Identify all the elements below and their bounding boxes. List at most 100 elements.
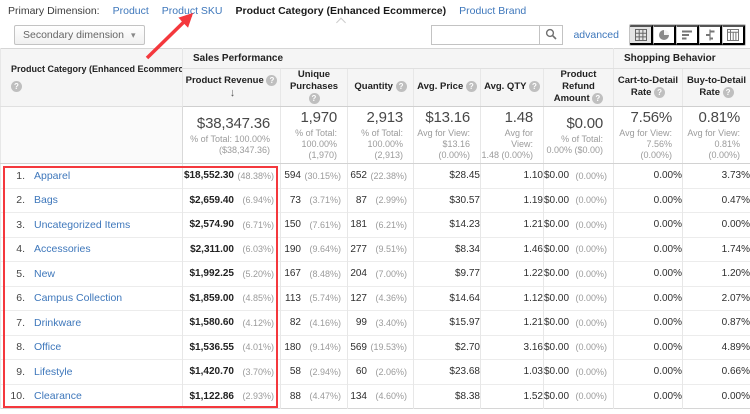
avg-qty-cell: 1.21 — [480, 310, 544, 335]
total-product-revenue: $38,347.36% of Total: 100.00% ($38,347.3… — [182, 106, 281, 164]
search-input[interactable] — [431, 25, 540, 45]
primary-dimension-bar: Primary Dimension: Product Product SKU P… — [0, 0, 750, 28]
avg-qty-cell: 1.22 — [480, 261, 544, 286]
buy-to-detail-cell: 0.00% — [681, 212, 750, 237]
product-revenue-cell: $2,311.00 (6.03%) — [182, 236, 281, 262]
category-link[interactable]: New — [34, 268, 55, 280]
avg-qty-cell: 1.03 — [480, 359, 544, 384]
column-header-cart-to-detail-rate[interactable]: Cart-to-Detail Rate ? — [613, 68, 683, 107]
table-row: 9. Lifestyle $1,420.70 (3.70%) 58 (2.94%) 6… — [0, 359, 750, 384]
buy-to-detail-cell: 1.74% — [681, 236, 750, 262]
refund-cell: $0.00 (0.00%) — [543, 310, 614, 335]
product-revenue-cell: $1,122.86 (2.93%) — [182, 383, 281, 409]
table-row: 8. Office $1,536.55 (4.01%) 180 (9.14%) 569… — [0, 334, 750, 360]
buy-to-detail-cell: 0.00% — [681, 383, 750, 409]
category-cell: 10. Clearance — [0, 383, 183, 409]
tab-product[interactable]: Product — [113, 5, 149, 17]
category-link[interactable]: Lifestyle — [34, 366, 73, 378]
category-link[interactable]: Campus Collection — [34, 292, 122, 304]
secondary-dimension-button[interactable]: Secondary dimension ▾ — [14, 25, 145, 45]
comparison-icon — [704, 29, 716, 41]
ga-report-page: Primary Dimension: Product Product SKU P… — [0, 0, 750, 414]
column-header-product-revenue[interactable]: Product Revenue ? ↓ — [182, 68, 281, 107]
category-cell: 4. Accessories — [0, 236, 183, 262]
cart-to-detail-cell: 0.00% — [613, 187, 683, 213]
pivot-view-button[interactable] — [722, 25, 745, 45]
unique-purchases-cell: 150 (7.61%) — [280, 212, 348, 237]
help-icon[interactable]: ? — [11, 80, 22, 92]
refund-cell: $0.00 (0.00%) — [543, 187, 614, 213]
help-icon[interactable]: ? — [465, 81, 477, 93]
help-icon[interactable]: ? — [395, 81, 407, 93]
product-revenue-cell: $1,420.70 (3.70%) — [182, 359, 281, 384]
total-avg-qty: 1.48 Avg for View: 1.48 (0.00%) — [480, 106, 544, 164]
unique-purchases-cell: 88 (4.47%) — [280, 383, 348, 409]
column-header-unique-purchases[interactable]: Unique Purchases? — [280, 68, 348, 107]
data-grid-icon — [634, 29, 647, 41]
table-row: 5. New $1,992.25 (5.20%) 167 (8.48%) 204 (7.… — [0, 261, 750, 286]
help-icon[interactable]: ? — [654, 87, 666, 99]
total-quantity: 2,913% of Total: 100.00% (2,913) — [347, 106, 414, 164]
product-revenue-cell: $2,574.90 (6.71%) — [182, 212, 281, 237]
unique-purchases-cell: 82 (4.16%) — [280, 310, 348, 335]
totals-dimension-cell — [0, 106, 183, 164]
buy-to-detail-cell: 2.07% — [681, 285, 750, 311]
table-row: 7. Drinkware $1,580.60 (4.12%) 82 (4.16%) 9… — [0, 310, 750, 335]
table-row: 4. Accessories $2,311.00 (6.03%) 190 (9.64%… — [0, 236, 750, 262]
buy-to-detail-cell: 0.87% — [681, 310, 750, 335]
quantity-cell: 204 (7.00%) — [347, 261, 414, 286]
row-rank: 3. — [16, 218, 25, 231]
table-view-button[interactable] — [630, 25, 653, 45]
avg-qty-cell: 1.12 — [480, 285, 544, 311]
row-rank: 7. — [16, 316, 25, 329]
unique-purchases-cell: 58 (2.94%) — [280, 359, 348, 384]
tab-product-category[interactable]: Product Category (Enhanced Ecommerce) — [236, 5, 446, 28]
avg-price-cell: $9.77 — [413, 261, 481, 286]
dimension-column-header[interactable]: Product Category (Enhanced Ecommerce) ? — [0, 48, 183, 107]
category-link[interactable]: Accessories — [34, 243, 91, 255]
category-link[interactable]: Drinkware — [34, 317, 81, 329]
category-cell: 2. Bags — [0, 187, 183, 213]
buy-to-detail-cell: 0.47% — [681, 187, 750, 213]
percentage-view-button[interactable] — [653, 25, 676, 45]
quantity-cell: 99 (3.40%) — [347, 310, 414, 335]
quantity-cell: 87 (2.99%) — [347, 187, 414, 213]
category-link[interactable]: Apparel — [34, 170, 70, 182]
row-rank: 9. — [16, 365, 25, 378]
column-header-avg-price[interactable]: Avg. Price ? — [413, 68, 481, 107]
help-icon[interactable]: ? — [308, 93, 320, 105]
help-icon[interactable]: ? — [528, 81, 540, 93]
category-link[interactable]: Office — [34, 341, 61, 353]
help-icon[interactable]: ? — [266, 74, 278, 86]
column-header-avg-qty[interactable]: Avg. QTY ? — [480, 68, 544, 107]
category-link[interactable]: Uncategorized Items — [34, 219, 130, 231]
total-product-refund: $0.00% of Total: 0.00% ($0.00) — [543, 106, 614, 164]
comparison-view-button[interactable] — [699, 25, 722, 45]
refund-cell: $0.00 (0.00%) — [543, 236, 614, 262]
total-cart-to-detail: 7.56% Avg for View: 7.56% (0.00%) — [613, 106, 683, 164]
sort-desc-icon[interactable]: ↓ — [230, 87, 236, 99]
help-icon[interactable]: ? — [592, 93, 604, 105]
dimension-title: Product Category (Enhanced Ecommerce) — [11, 63, 183, 74]
advanced-search-link[interactable]: advanced — [573, 29, 619, 41]
total-avg-price: $13.16 Avg for View: $13.16 (0.00%) — [413, 106, 481, 164]
category-link[interactable]: Clearance — [34, 390, 82, 402]
category-link[interactable]: Bags — [34, 194, 58, 206]
unique-purchases-cell: 594 (30.15%) — [280, 163, 348, 188]
column-header-buy-to-detail-rate[interactable]: Buy-to-Detail Rate ? — [681, 68, 750, 107]
cart-to-detail-cell: 0.00% — [613, 359, 683, 384]
row-rank: 1. — [16, 169, 25, 182]
unique-purchases-cell: 167 (8.48%) — [280, 261, 348, 286]
tab-product-brand[interactable]: Product Brand — [459, 5, 526, 17]
unique-purchases-cell: 113 (5.74%) — [280, 285, 348, 311]
column-header-product-refund-amount[interactable]: Product Refund Amount ? — [543, 68, 614, 107]
search-button[interactable] — [539, 25, 564, 45]
pivot-table-icon — [727, 29, 739, 41]
help-icon[interactable]: ? — [722, 87, 734, 99]
refund-cell: $0.00 (0.00%) — [543, 261, 614, 286]
performance-view-button[interactable] — [676, 25, 699, 45]
unique-purchases-cell: 190 (9.64%) — [280, 236, 348, 262]
unique-purchases-cell: 180 (9.14%) — [280, 334, 348, 360]
tab-product-sku[interactable]: Product SKU — [162, 5, 223, 17]
column-header-quantity[interactable]: Quantity ? — [347, 68, 414, 107]
